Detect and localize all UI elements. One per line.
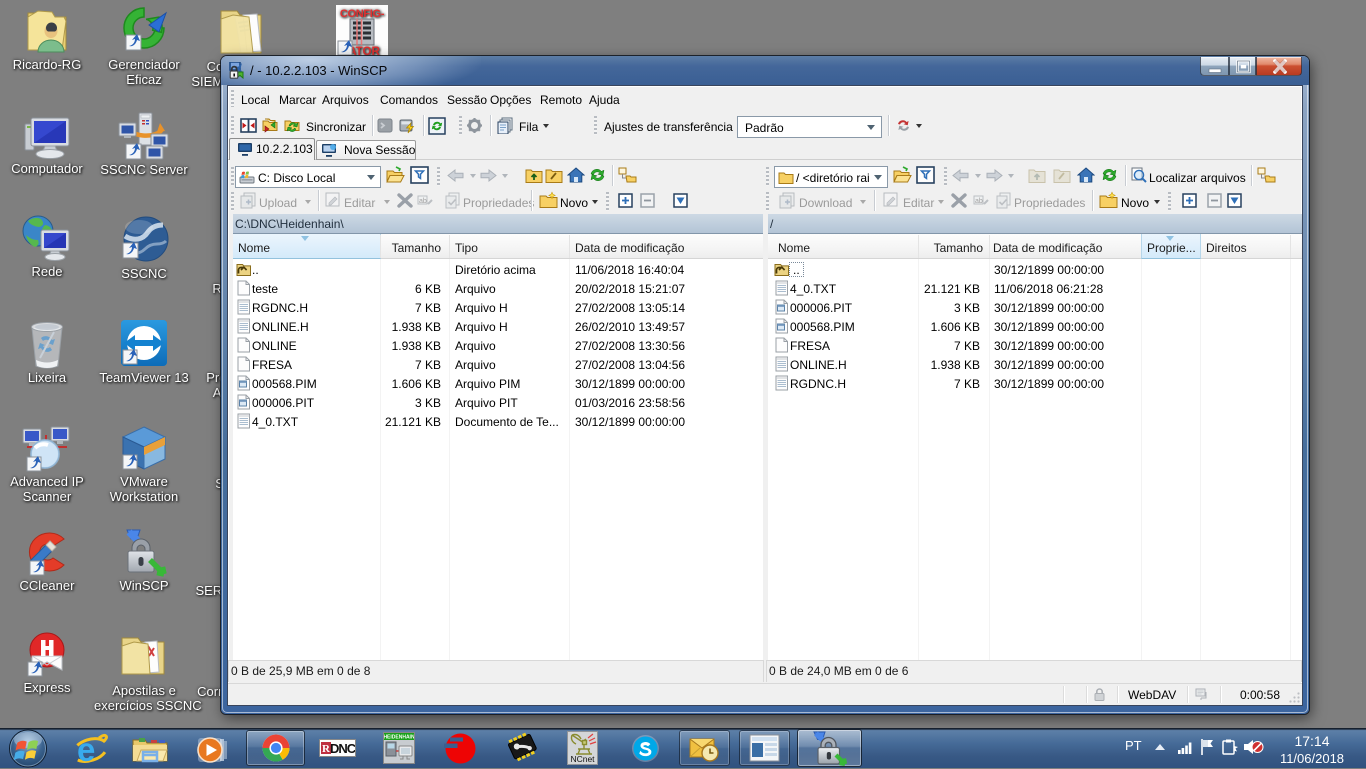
svg-text:NCnet: NCnet (570, 754, 595, 764)
svg-text:e: e (77, 732, 95, 766)
svg-text:DNC: DNC (330, 741, 355, 756)
svg-text:CONFIG-: CONFIG- (340, 8, 385, 20)
svg-text:HEIDENHAIN: HEIDENHAIN (384, 735, 414, 741)
svg-text:ab: ab (419, 198, 427, 205)
svg-text:ab: ab (975, 198, 983, 205)
